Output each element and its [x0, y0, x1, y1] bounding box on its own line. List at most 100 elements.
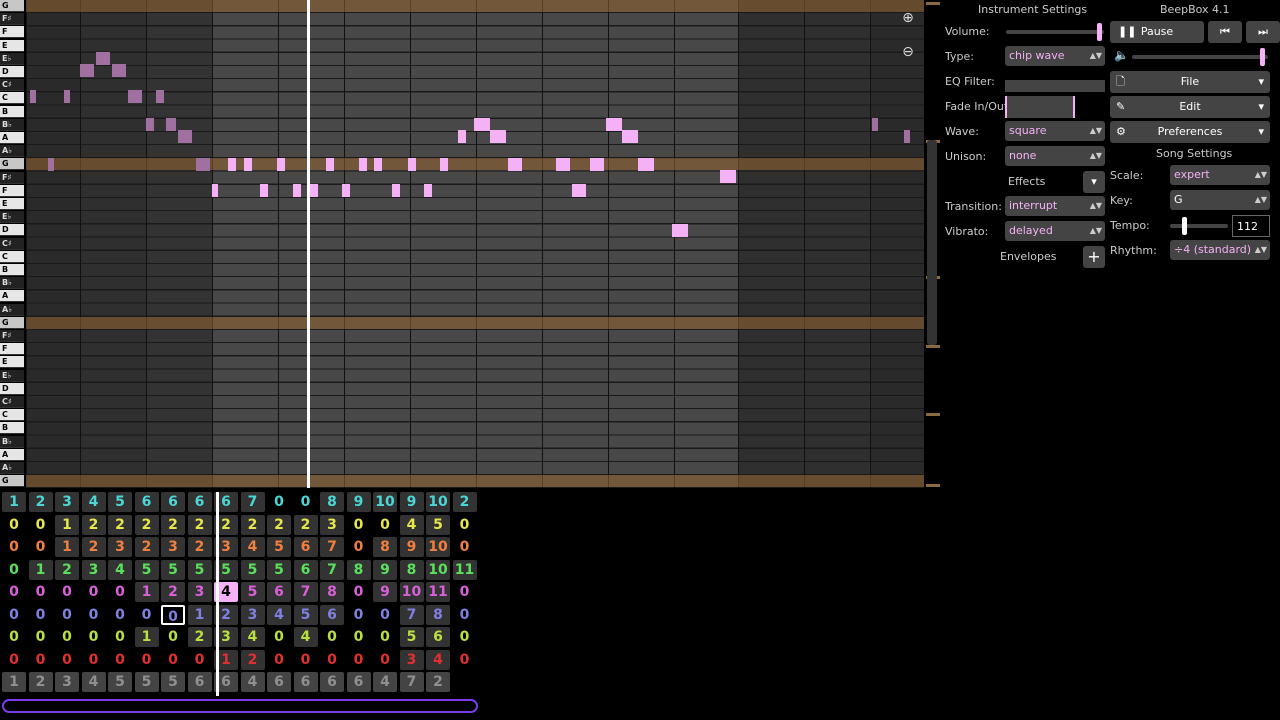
track-cell[interactable]: 0 [267, 650, 291, 670]
track-cell[interactable]: 2 [108, 514, 132, 535]
track-cell[interactable]: 4 [267, 604, 291, 625]
track-cell[interactable]: 4 [240, 627, 265, 647]
piano-key[interactable]: B♭ [0, 436, 24, 448]
piano-key[interactable]: A [0, 132, 24, 144]
note[interactable] [424, 184, 432, 197]
track-cell[interactable]: 0 [453, 627, 477, 647]
zoom-in-icon[interactable]: ⊕ [898, 8, 918, 28]
key-select[interactable]: G ▲▼ [1170, 190, 1270, 210]
track-cell[interactable]: 4 [81, 672, 106, 692]
track-cell[interactable]: 0 [347, 605, 371, 625]
track-cell[interactable]: 7 [399, 604, 424, 625]
track-cell[interactable]: 3 [399, 649, 424, 670]
track-cell[interactable]: 8 [320, 582, 344, 602]
note[interactable] [166, 118, 176, 131]
note[interactable] [440, 158, 448, 171]
track-cell[interactable]: 0 [82, 650, 106, 670]
master-volume-slider[interactable] [1132, 48, 1268, 66]
track-cell[interactable]: 6 [293, 672, 318, 692]
file-menu-button[interactable]: 🗋 File ▾ [1110, 71, 1270, 93]
track-cell[interactable]: 4 [399, 514, 424, 535]
piano-key[interactable]: A [0, 449, 24, 461]
track-cell[interactable]: 4 [108, 559, 132, 580]
track-cell[interactable]: 4 [293, 627, 318, 647]
note[interactable] [277, 158, 285, 171]
track-cell[interactable]: 5 [267, 559, 291, 580]
piano-key[interactable]: A♭ [0, 462, 24, 474]
track-cell[interactable]: 0 [29, 605, 53, 625]
next-bar-button[interactable]: ⏭ [1246, 21, 1280, 43]
track-cell[interactable]: 10 [426, 559, 450, 580]
note[interactable] [212, 184, 218, 197]
track-cell[interactable]: 6 [134, 492, 159, 512]
piano-key[interactable]: F♯ [0, 13, 24, 25]
piano-key[interactable]: E♭ [0, 211, 24, 223]
note[interactable] [672, 224, 688, 237]
track-cell[interactable]: 7 [320, 559, 344, 580]
track-cell[interactable]: 0 [29, 582, 53, 602]
track-cell[interactable]: 0 [267, 492, 291, 512]
piano-key[interactable]: C [0, 409, 24, 421]
note[interactable] [392, 184, 400, 197]
note[interactable] [374, 158, 382, 171]
note[interactable] [30, 90, 36, 103]
zoom-out-icon[interactable]: ⊖ [898, 42, 918, 62]
track-cell[interactable]: 1 [2, 672, 26, 692]
note[interactable] [156, 90, 164, 103]
track-cell[interactable]: 6 [320, 672, 344, 692]
track-cell[interactable]: 0 [320, 627, 344, 647]
piano-key[interactable]: B [0, 422, 24, 434]
type-select[interactable]: chip wave ▲▼ [1005, 46, 1105, 66]
track-cell[interactable]: 4 [81, 492, 106, 512]
track-cell[interactable]: 2 [187, 627, 212, 647]
track-cell[interactable]: 0 [55, 627, 79, 647]
note[interactable] [112, 64, 126, 77]
note[interactable] [638, 158, 654, 171]
note[interactable] [80, 64, 94, 77]
track-cell[interactable]: 6 [161, 492, 185, 512]
track-cell[interactable]: 0 [373, 605, 397, 625]
track-cell[interactable]: 2 [134, 514, 159, 535]
track-cell[interactable]: 5 [293, 604, 318, 625]
track-cell[interactable]: 0 [267, 627, 291, 647]
track-cell[interactable]: 0 [55, 650, 79, 670]
piano-key[interactable]: B [0, 106, 24, 118]
track-cell[interactable]: 0 [108, 650, 132, 670]
track-cell[interactable]: 0 [161, 604, 185, 625]
note[interactable] [293, 184, 301, 197]
piano-key[interactable]: E [0, 356, 24, 368]
track-cell[interactable]: 7 [399, 672, 424, 692]
piano-key[interactable]: E [0, 198, 24, 210]
track-cell[interactable]: 0 [108, 627, 132, 647]
track-cell[interactable]: 4 [373, 672, 397, 692]
volume-slider[interactable] [1006, 23, 1104, 41]
scale-select[interactable]: expert ▲▼ [1170, 165, 1270, 185]
track-cell[interactable]: 4 [426, 649, 450, 670]
wave-select[interactable]: square ▲▼ [1005, 121, 1105, 141]
track-cell[interactable]: 0 [453, 515, 477, 535]
piano-key[interactable]: B♭ [0, 119, 24, 131]
track-cell[interactable]: 0 [55, 582, 79, 602]
piano-key[interactable]: G [0, 317, 24, 329]
track-cell[interactable]: 0 [373, 515, 397, 535]
note[interactable] [590, 158, 604, 171]
track-cell[interactable]: 1 [134, 582, 159, 602]
track-cell[interactable]: 2 [187, 514, 212, 535]
rhythm-select[interactable]: ÷4 (standard) ▲▼ [1170, 240, 1270, 260]
track-cell[interactable]: 0 [2, 515, 26, 535]
piano-key[interactable]: B [0, 264, 24, 276]
note[interactable] [64, 90, 70, 103]
piano-key[interactable]: D [0, 224, 24, 236]
track-cell[interactable]: 6 [187, 672, 212, 692]
octave-scrollbar[interactable] [924, 0, 940, 488]
transition-select[interactable]: interrupt ▲▼ [1005, 196, 1105, 216]
piano-key[interactable]: E♭ [0, 53, 24, 65]
tempo-slider[interactable] [1170, 217, 1228, 235]
track-cell[interactable]: 10 [426, 492, 450, 512]
note[interactable] [178, 130, 192, 143]
track-cell[interactable]: 3 [108, 537, 132, 557]
track-cell[interactable]: 0 [55, 605, 79, 625]
note[interactable] [342, 184, 350, 197]
piano-key[interactable]: B♭ [0, 277, 24, 289]
note[interactable] [508, 158, 522, 171]
